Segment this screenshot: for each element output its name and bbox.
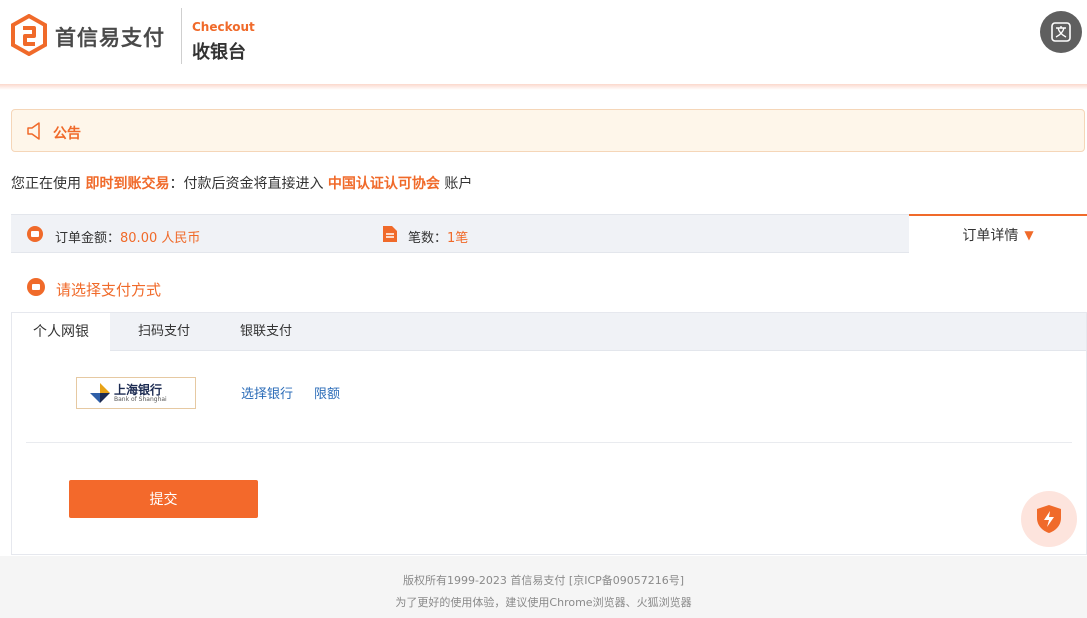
transaction-info-line: 您正在使用 即时到账交易：付款后资金将直接进入 中国认证认可协会 账户 bbox=[11, 173, 472, 193]
tab-unionpay[interactable]: 银联支付 bbox=[218, 313, 314, 351]
caret-down-icon: ▼ bbox=[1024, 227, 1034, 242]
order-amount: 订单金额：80.00 人民币 bbox=[55, 227, 200, 246]
info-middle: ：付款后资金将直接进入 bbox=[169, 176, 324, 192]
checkout-label-en: Checkout bbox=[192, 20, 255, 34]
payment-method-icon bbox=[27, 278, 45, 296]
speaker-icon bbox=[27, 122, 40, 140]
order-details-toggle[interactable]: 订单详情 ▼ bbox=[909, 214, 1087, 253]
order-count-label: 笔数： bbox=[408, 231, 448, 246]
shield-lightning-icon bbox=[1037, 505, 1061, 533]
tab-personal-banking[interactable]: 个人网银 bbox=[12, 313, 110, 352]
bank-of-shanghai-option[interactable]: 上海银行 Bank of Shanghai bbox=[76, 377, 196, 409]
payment-method-title: 请选择支付方式 bbox=[56, 281, 162, 299]
security-shield-button[interactable] bbox=[1021, 491, 1077, 547]
order-summary-bar: 订单金额：80.00 人民币 笔数：1笔 订单详情 ▼ bbox=[11, 214, 1087, 253]
checkout-label-cn: 收银台 bbox=[192, 42, 246, 63]
panel-divider bbox=[26, 442, 1072, 443]
document-icon bbox=[383, 226, 397, 242]
payment-tabs: 个人网银 扫码支付 银联支付 bbox=[12, 313, 1086, 352]
order-details-label: 订单详情 bbox=[962, 227, 1019, 244]
payment-panel: 个人网银 扫码支付 银联支付 上海银行 Bank of Shanghai 选择银… bbox=[11, 312, 1087, 555]
limit-link[interactable]: 限额 bbox=[314, 383, 340, 402]
brand-logo-icon bbox=[11, 14, 47, 56]
header-band bbox=[0, 84, 1087, 90]
choose-bank-link[interactable]: 选择银行 bbox=[241, 383, 293, 402]
tab-qr-payment[interactable]: 扫码支付 bbox=[116, 313, 212, 351]
info-suffix: 账户 bbox=[444, 176, 473, 192]
announcement-bar: 公告 bbox=[11, 109, 1085, 152]
header-divider bbox=[181, 8, 182, 64]
bank-name-en: Bank of Shanghai bbox=[114, 396, 167, 403]
brand-name: 首信易支付 bbox=[55, 26, 165, 50]
order-count: 笔数：1笔 bbox=[408, 227, 468, 246]
order-amount-label: 订单金额： bbox=[55, 231, 121, 246]
page-footer: 版权所有1999-2023 首信易支付 [京ICP备09057216号] 为了更… bbox=[0, 556, 1087, 618]
submit-button[interactable]: 提交 bbox=[69, 480, 258, 518]
merchant-name: 中国认证认可协会 bbox=[327, 176, 440, 192]
page-header: 首信易支付 Checkout 收银台 bbox=[0, 0, 1087, 84]
amount-icon bbox=[27, 226, 43, 242]
order-count-value: 1笔 bbox=[447, 231, 469, 246]
transaction-mode: 即时到账交易 bbox=[85, 176, 170, 192]
order-amount-value: 80.00 人民币 bbox=[120, 231, 201, 246]
browser-tip-text: 为了更好的使用体验，建议使用Chrome浏览器、火狐浏览器 bbox=[395, 596, 692, 609]
bank-of-shanghai-logo-icon bbox=[90, 383, 110, 403]
info-prefix: 您正在使用 bbox=[11, 176, 81, 192]
copyright-text: 版权所有1999-2023 首信易支付 [京ICP备09057216号] bbox=[402, 574, 685, 587]
announcement-title: 公告 bbox=[53, 126, 81, 142]
translate-button[interactable] bbox=[1040, 11, 1082, 53]
translate-icon bbox=[1051, 22, 1071, 42]
